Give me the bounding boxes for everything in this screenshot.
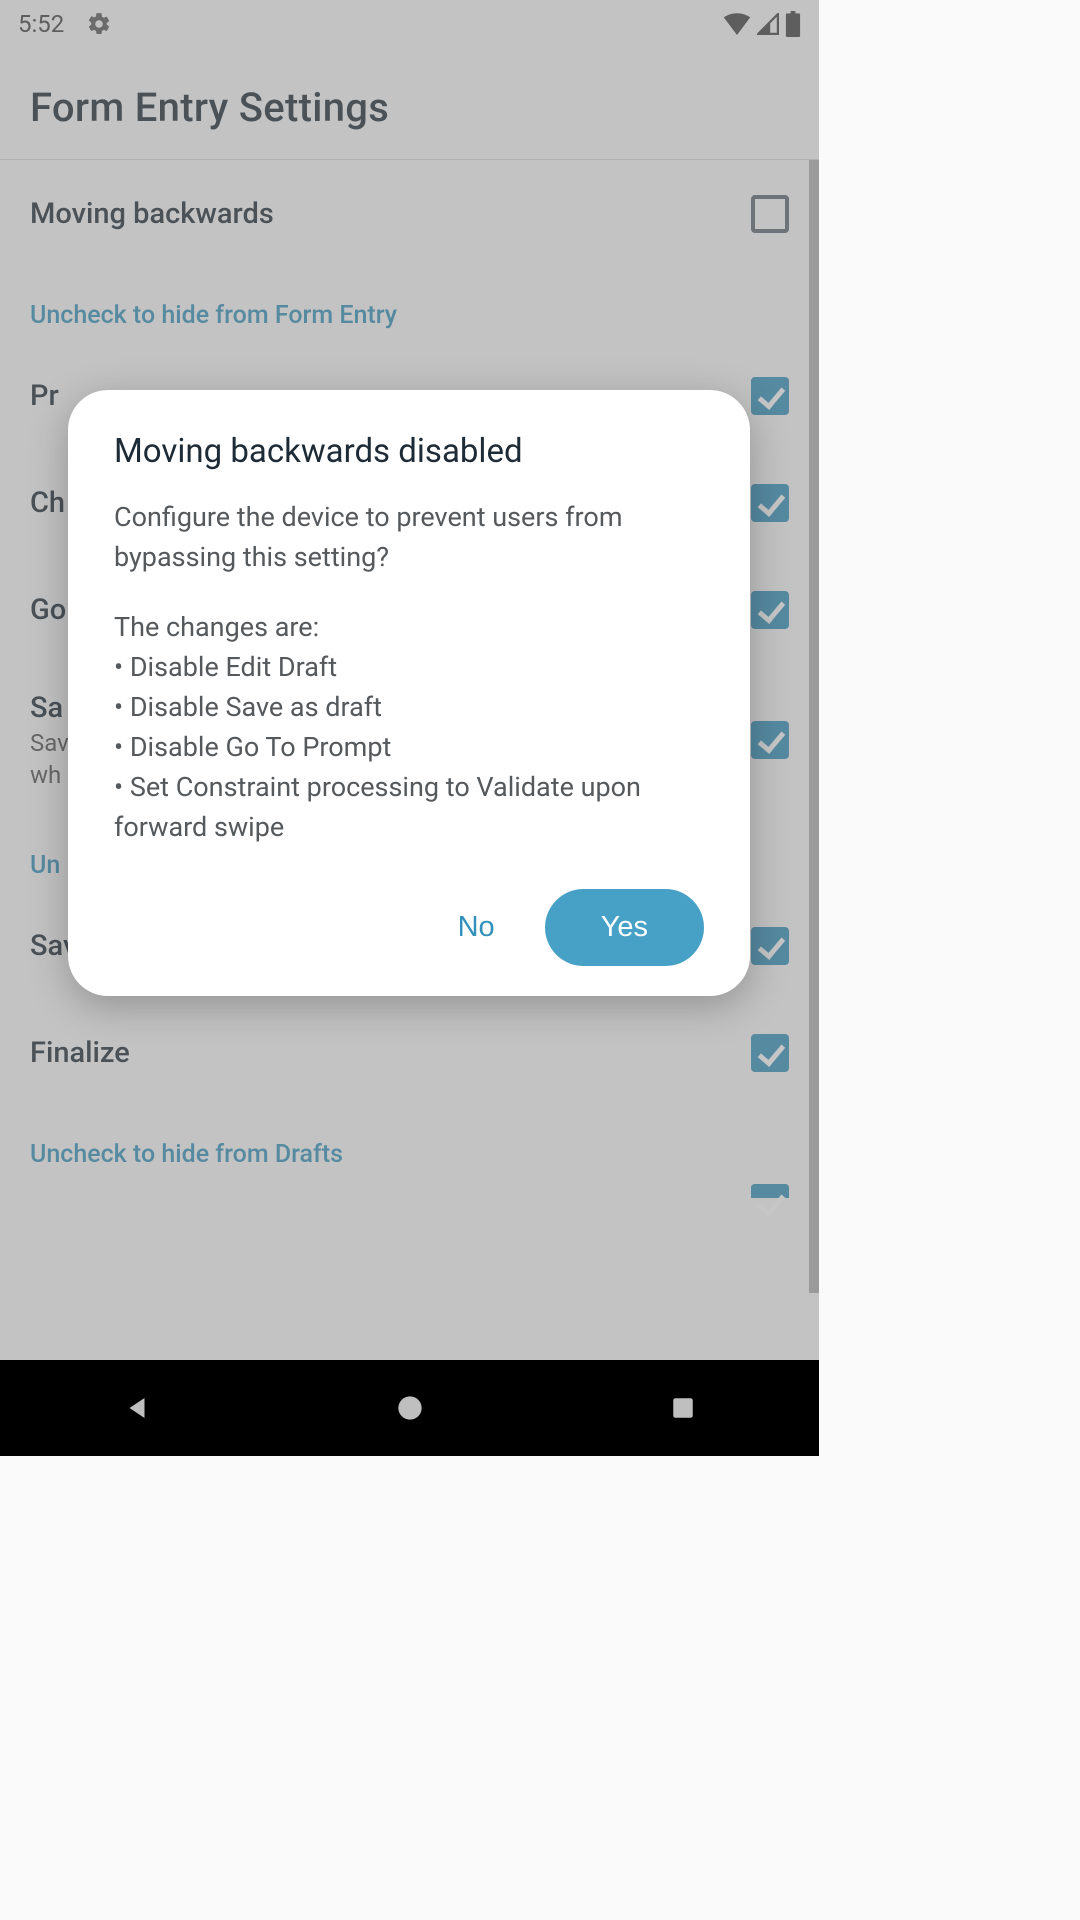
- dialog-yes-button[interactable]: Yes: [545, 889, 704, 966]
- dialog-no-button[interactable]: No: [450, 897, 503, 958]
- nav-home-button[interactable]: [391, 1389, 429, 1427]
- dialog-moving-backwards-disabled: Moving backwards disabled Configure the …: [68, 390, 750, 996]
- dialog-bullet: Disable Go To Prompt: [114, 727, 704, 767]
- dialog-bullet: Set Constraint processing to Validate up…: [114, 767, 704, 847]
- dialog-message: Configure the device to prevent users fr…: [114, 497, 704, 577]
- nav-back-button[interactable]: [118, 1389, 156, 1427]
- dialog-title: Moving backwards disabled: [114, 432, 704, 471]
- nav-recent-button[interactable]: [664, 1389, 702, 1427]
- android-nav-bar: [0, 1360, 819, 1456]
- dialog-bullet: Disable Save as draft: [114, 687, 704, 727]
- dialog-changes-intro: The changes are:: [114, 607, 704, 647]
- dialog-bullet: Disable Edit Draft: [114, 647, 704, 687]
- dialog-bullet-list: Disable Edit Draft Disable Save as draft…: [114, 647, 704, 847]
